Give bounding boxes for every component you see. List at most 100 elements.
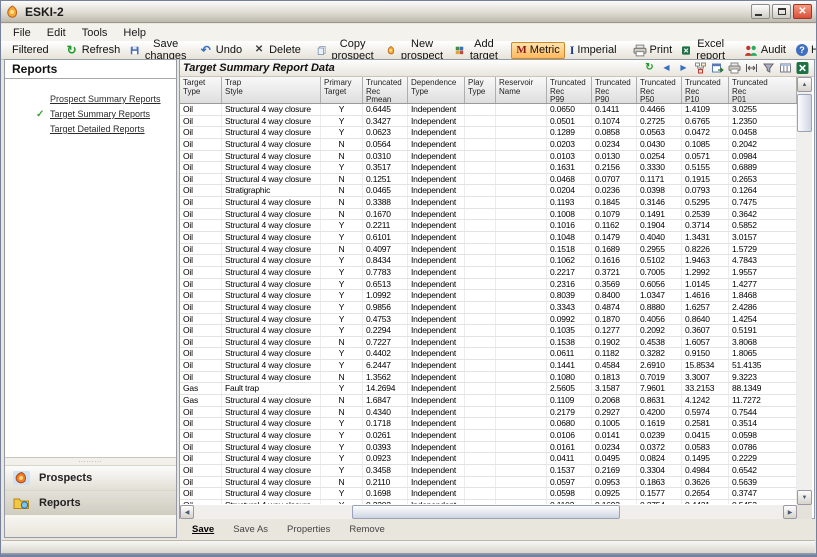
column-header-dependence_type[interactable]: Dependence Type <box>408 77 465 103</box>
table-row[interactable]: OilStructural 4 way closureY0.7783Indepe… <box>180 267 797 279</box>
table-row[interactable]: OilStructural 4 way closureY0.0923Indepe… <box>180 453 797 465</box>
excel-export-icon[interactable] <box>796 62 809 74</box>
tab-save-as[interactable]: Save As <box>233 524 268 535</box>
new-prospect-button[interactable]: New prospect <box>381 42 450 59</box>
table-row[interactable]: OilStructural 4 way closureY0.3458Indepe… <box>180 465 797 477</box>
column-header-trap_style[interactable]: Trap Style <box>222 77 321 103</box>
column-header-target_type[interactable]: Target Type <box>180 77 222 103</box>
sidebar-splitter[interactable]: ......... <box>5 457 176 465</box>
table-row[interactable]: OilStructural 4 way closureN0.2110Indepe… <box>180 477 797 489</box>
refresh-button[interactable]: ↻ Refresh <box>60 42 126 59</box>
column-header-reservoir_name[interactable]: Reservoir Name <box>496 77 547 103</box>
scroll-up-button[interactable]: ▲ <box>797 77 812 92</box>
metric-toggle-button[interactable]: M Metric <box>511 42 564 59</box>
table-row[interactable]: OilStructural 4 way closureY0.6513Indepe… <box>180 279 797 291</box>
table-row[interactable]: OilStructural 4 way closureN0.4340Indepe… <box>180 407 797 419</box>
table-row[interactable]: OilStructural 4 way closureN0.7227Indepe… <box>180 337 797 349</box>
menu-tools[interactable]: Tools <box>74 26 116 40</box>
grid-print-icon[interactable] <box>728 62 741 74</box>
tab-save[interactable]: Save <box>192 524 214 535</box>
copy-prospect-button[interactable]: Copy prospect <box>312 42 381 59</box>
grid-refresh-icon[interactable]: ↻ <box>643 62 656 74</box>
next-page-icon[interactable]: ▶ <box>677 62 690 74</box>
close-button[interactable]: ✕ <box>793 4 812 19</box>
tab-remove[interactable]: Remove <box>349 524 384 535</box>
vertical-scroll-thumb[interactable] <box>797 94 812 132</box>
audit-button[interactable]: Audit <box>739 42 791 59</box>
link-target-summary-reports[interactable]: Target Summary Reports <box>50 109 150 119</box>
table-row[interactable]: OilStructural 4 way closureY6.2447Indepe… <box>180 360 797 372</box>
table-row[interactable]: OilStructural 4 way closureY0.3517Indepe… <box>180 162 797 174</box>
table-row[interactable]: OilStructural 4 way closureY0.0393Indepe… <box>180 442 797 454</box>
table-row[interactable]: OilStructural 4 way closureN0.3388Indepe… <box>180 197 797 209</box>
horizontal-scrollbar[interactable]: ◀ ▶ <box>180 505 797 519</box>
scroll-down-button[interactable]: ▼ <box>797 490 812 505</box>
nav-button-reports[interactable]: Reports <box>5 490 176 515</box>
nav-button-prospects[interactable]: Prospects <box>5 465 176 490</box>
table-row[interactable]: OilStructural 4 way closureY0.4402Indepe… <box>180 348 797 360</box>
table-row[interactable]: OilStructural 4 way closureY0.9856Indepe… <box>180 302 797 314</box>
columns-icon[interactable] <box>779 62 792 74</box>
column-header-rec_p50[interactable]: Truncated Rec P50 <box>637 77 682 103</box>
table-row[interactable]: OilStructural 4 way closureN0.1251Indepe… <box>180 174 797 186</box>
column-header-rec_pmean[interactable]: Truncated Rec Pmean <box>363 77 408 103</box>
table-row[interactable]: OilStructural 4 way closureY0.2202Indepe… <box>180 500 797 504</box>
table-row[interactable]: OilStructural 4 way closureY0.4753Indepe… <box>180 314 797 326</box>
minimize-button[interactable] <box>751 4 770 19</box>
tab-properties[interactable]: Properties <box>287 524 330 535</box>
table-row[interactable]: OilStructural 4 way closureY0.0261Indepe… <box>180 430 797 442</box>
table-row[interactable]: OilStructural 4 way closureY0.2211Indepe… <box>180 220 797 232</box>
link-target-detailed-reports[interactable]: Target Detailed Reports <box>50 124 145 134</box>
export-view-icon[interactable] <box>711 62 724 74</box>
undo-button[interactable]: ↶ Undo <box>194 42 247 59</box>
table-row[interactable]: OilStructural 4 way closureY0.1698Indepe… <box>180 488 797 500</box>
column-header-rec_p90[interactable]: Truncated Rec P90 <box>592 77 637 103</box>
table-row[interactable]: OilStructural 4 way closureY0.2294Indepe… <box>180 325 797 337</box>
maximize-button[interactable] <box>772 4 791 19</box>
scroll-right-button[interactable]: ▶ <box>783 505 797 519</box>
table-row[interactable]: GasStructural 4 way closureN1.6847Indepe… <box>180 395 797 407</box>
help-button[interactable]: ? Help <box>791 42 817 59</box>
table-row[interactable]: OilStructural 4 way closureN0.1670Indepe… <box>180 209 797 221</box>
column-header-play_type[interactable]: Play Type <box>465 77 496 103</box>
cell-target_type: Oil <box>180 279 222 290</box>
previous-page-icon[interactable]: ◀ <box>660 62 673 74</box>
table-row[interactable]: OilStructural 4 way closureY0.1718Indepe… <box>180 418 797 430</box>
add-target-button[interactable]: Add target <box>450 42 505 59</box>
save-changes-button[interactable]: Save changes <box>125 42 194 59</box>
table-row[interactable]: OilStructural 4 way closureY0.6101Indepe… <box>180 232 797 244</box>
table-row[interactable]: OilStructural 4 way closureN0.0310Indepe… <box>180 151 797 163</box>
table-row[interactable]: GasFault trapY14.2694Independent2.56053.… <box>180 383 797 395</box>
table-row[interactable]: OilStructural 4 way closureY0.0623Indepe… <box>180 127 797 139</box>
table-row[interactable]: OilStructural 4 way closureY0.8434Indepe… <box>180 255 797 267</box>
delete-button[interactable]: ✕ Delete <box>247 42 306 59</box>
filtered-button[interactable]: Filtered <box>7 42 54 59</box>
cell-reservoir_name <box>496 116 547 127</box>
table-row[interactable]: OilStructural 4 way closureY0.6445Indepe… <box>180 104 797 116</box>
horizontal-scroll-thumb[interactable] <box>352 505 620 519</box>
filter-icon[interactable] <box>762 62 775 74</box>
table-row[interactable]: OilStructural 4 way closureN1.3562Indepe… <box>180 372 797 384</box>
table-row[interactable]: OilStructural 4 way closureY1.0992Indepe… <box>180 290 797 302</box>
scroll-left-button[interactable]: ◀ <box>180 505 194 519</box>
grouping-icon[interactable] <box>694 62 707 74</box>
cell-target_type: Oil <box>180 337 222 348</box>
print-button[interactable]: Print <box>628 42 678 59</box>
table-row[interactable]: OilStructural 4 way closureY0.3427Indepe… <box>180 116 797 128</box>
imperial-toggle-button[interactable]: I Imperial <box>565 42 622 59</box>
column-header-rec_p01[interactable]: Truncated Rec P01 <box>729 77 797 103</box>
table-row[interactable]: OilStratigraphicN0.0465Independent0.0204… <box>180 185 797 197</box>
fit-width-icon[interactable] <box>745 62 758 74</box>
cell-rec_pmean: 14.2694 <box>363 383 408 394</box>
menu-file[interactable]: File <box>5 26 39 40</box>
table-row[interactable]: OilStructural 4 way closureN0.4097Indepe… <box>180 244 797 256</box>
column-header-primary_target[interactable]: Primary Target <box>321 77 363 103</box>
link-prospect-summary-reports[interactable]: Prospect Summary Reports <box>50 94 161 104</box>
menu-edit[interactable]: Edit <box>39 26 74 40</box>
column-header-rec_p10[interactable]: Truncated Rec P10 <box>682 77 729 103</box>
excel-report-button[interactable]: Excel report <box>677 42 733 59</box>
cell-rec_pmean: 0.3517 <box>363 162 408 173</box>
table-row[interactable]: OilStructural 4 way closureN0.0564Indepe… <box>180 139 797 151</box>
column-header-rec_p99[interactable]: Truncated Rec P99 <box>547 77 592 103</box>
vertical-scrollbar[interactable]: ▲ ▼ <box>797 77 812 505</box>
